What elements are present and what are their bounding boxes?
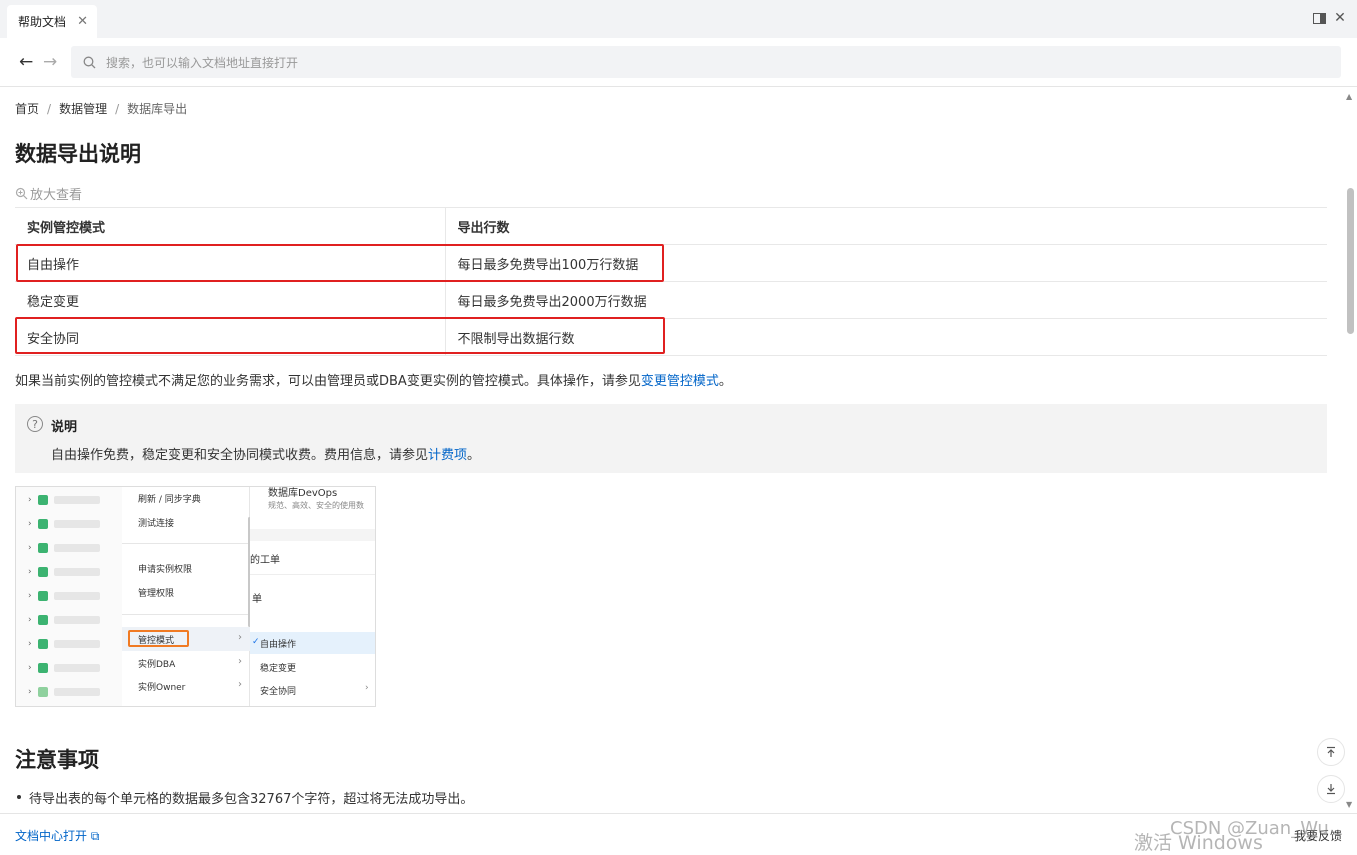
table-header-cell: 实例管控模式 (15, 207, 446, 245)
title-bar: 帮助文档 ✕ ✕ (0, 0, 1357, 38)
menu-item: 实例DBA (138, 660, 176, 670)
menu-item: 管理权限 (138, 589, 175, 599)
doc-content: 首页 / 数据管理 / 数据库导出 数据导出说明 放大查看 实例管控模式 导出行数 自由… (0, 88, 1357, 813)
menu-item: 实例Owner (138, 683, 186, 693)
search-icon (83, 56, 96, 68)
mode-change-paragraph: 如果当前实例的管控模式不满足您的业务需求，可以由管理员或DBA变更实例的管控模式… (15, 370, 732, 389)
breadcrumb-home[interactable]: 首页 (15, 102, 39, 116)
submenu-item: 稳定变更 (260, 664, 297, 674)
section-title-notes: 注意事项 (15, 748, 99, 772)
page-title: 数据导出说明 (15, 142, 141, 166)
nav-bar: ← → 搜索，也可以输入文档地址直接打开 (0, 38, 1357, 87)
note-end: 。 (467, 448, 481, 463)
submenu-item: 安全协同 (260, 687, 297, 697)
table-cell: 每日最多免费导出2000万行数据 (445, 281, 1327, 319)
billing-link[interactable]: 计费项 (428, 448, 467, 463)
tab-help-docs[interactable]: 帮助文档 ✕ (7, 5, 97, 38)
download-icon (1327, 784, 1335, 795)
tab-close-icon[interactable]: ✕ (77, 14, 88, 29)
table-cell: 稳定变更 (15, 281, 446, 319)
menu-item: 申请实例权限 (138, 565, 193, 575)
note-text: 自由操作免费，稳定变更和安全协同模式收费。费用信息，请参见 (51, 448, 429, 463)
download-button[interactable] (1317, 775, 1345, 803)
note-box: ? 说明 自由操作免费，稳定变更和安全协同模式收费。费用信息，请参见计费项。 (15, 404, 1327, 473)
window-close-icon[interactable]: ✕ (1332, 10, 1348, 26)
paragraph-end: 。 (718, 374, 732, 389)
to-top-icon (1327, 746, 1335, 757)
split-view-icon[interactable] (1311, 10, 1327, 26)
breadcrumb-current: 数据库导出 (127, 102, 188, 116)
zoom-label: 放大查看 (30, 188, 83, 203)
breadcrumb: 首页 / 数据管理 / 数据库导出 (15, 102, 188, 116)
highlight-box-security-collab (15, 317, 665, 354)
instance-tree: › › › › › › › › › (16, 487, 122, 706)
context-menu-screenshot: › › › › › › › › › 刷新 / 同步字典 测试连接 申请实例权限 … (15, 486, 376, 707)
vertical-scrollbar[interactable]: ▲ ▼ (1343, 88, 1357, 813)
list-item: 待导出表的每个单元格的数据最多包含32767个字符，超过将无法成功导出。 (16, 788, 473, 807)
control-mode-submenu: ✓ 自由操作 稳定变更 安全协同 › (250, 630, 375, 706)
change-mode-link[interactable]: 变更管控模式 (641, 374, 719, 389)
paragraph-text: 如果当前实例的管控模式不满足您的业务需求，可以由管理员或DBA变更实例的管控模式… (15, 374, 641, 389)
highlight-box-free-operation (16, 244, 664, 282)
open-in-doc-center-link[interactable]: 文档中心打开 ⧉ (15, 827, 99, 844)
context-menu: 刷新 / 同步字典 测试连接 申请实例权限 管理权限 管控模式 › 实例DBA … (122, 487, 250, 706)
question-icon: ? (27, 416, 43, 432)
csdn-watermark: CSDN @Zuan_Wu (1170, 818, 1329, 839)
tab-title: 帮助文档 (18, 15, 67, 29)
open-label: 文档中心打开 (15, 829, 88, 843)
external-link-icon: ⧉ (90, 829, 100, 843)
table-row: 稳定变更 每日最多免费导出2000万行数据 (15, 281, 1327, 319)
zoom-icon (15, 187, 28, 200)
scrollbar-thumb[interactable] (1347, 188, 1354, 334)
note-body: 自由操作免费，稳定变更和安全协同模式收费。费用信息，请参见计费项。 (51, 444, 480, 463)
scroll-down-icon[interactable]: ▼ (1346, 800, 1352, 809)
table-header-cell: 导出行数 (445, 207, 1327, 245)
submenu-item: 自由操作 (260, 640, 297, 650)
search-placeholder: 搜索，也可以输入文档地址直接打开 (106, 55, 299, 70)
search-input[interactable]: 搜索，也可以输入文档地址直接打开 (71, 46, 1341, 78)
scroll-up-icon[interactable]: ▲ (1346, 92, 1352, 101)
table-header-row: 实例管控模式 导出行数 (15, 207, 1327, 245)
zoom-view-button[interactable]: 放大查看 (15, 184, 82, 203)
forward-arrow-icon[interactable]: → (43, 52, 57, 72)
back-to-top-button[interactable] (1317, 738, 1345, 766)
breadcrumb-data-management[interactable]: 数据管理 (59, 102, 107, 116)
back-arrow-icon[interactable]: ← (19, 52, 33, 72)
menu-item: 刷新 / 同步字典 (138, 495, 201, 505)
note-title: 说明 (51, 420, 78, 435)
menu-item: 测试连接 (138, 519, 175, 529)
menu-item: 管控模式 (138, 636, 175, 646)
